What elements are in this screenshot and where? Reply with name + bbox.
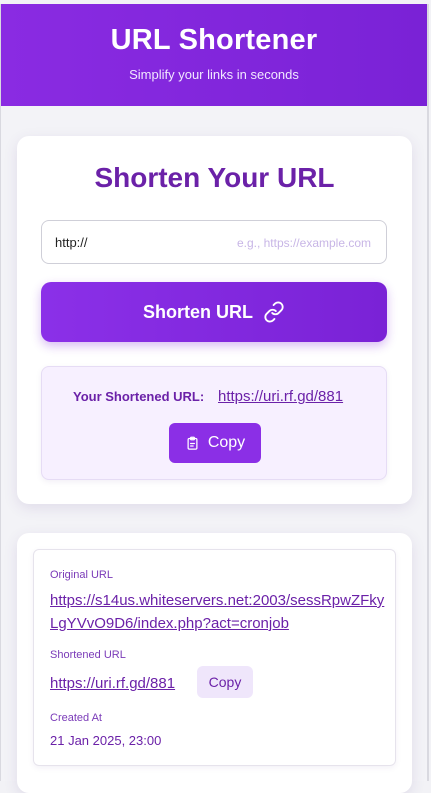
history-copy-button[interactable]: Copy bbox=[197, 666, 253, 698]
result-short-link[interactable]: https://uri.rf.gd/881 bbox=[218, 388, 343, 405]
url-input[interactable]: http:// e.g., https://example.com bbox=[41, 220, 387, 264]
created-at-value: 21 Jan 2025, 23:00 bbox=[50, 733, 162, 748]
result-box: Your Shortened URL: https://uri.rf.gd/88… bbox=[41, 366, 387, 480]
clipboard-icon bbox=[185, 436, 200, 451]
shortened-url-link[interactable]: https://uri.rf.gd/881 bbox=[50, 675, 175, 692]
created-at-label: Created At bbox=[50, 712, 102, 724]
shortened-url-label: Shortened URL bbox=[50, 649, 126, 661]
copy-button-label: Copy bbox=[207, 434, 246, 451]
shorten-card: Shorten Your URL http:// e.g., https://e… bbox=[17, 136, 412, 504]
link-icon bbox=[263, 301, 285, 323]
app-title: URL Shortener bbox=[110, 24, 318, 56]
url-input-value: http:// bbox=[55, 235, 88, 250]
history-card: Original URL https://s14us.whiteservers.… bbox=[17, 533, 412, 793]
result-label: Your Shortened URL: bbox=[73, 389, 205, 404]
shorten-url-button[interactable]: Shorten URL bbox=[41, 282, 387, 342]
app-header: URL Shortener Simplify your links in sec… bbox=[1, 4, 427, 106]
card-heading: Shorten Your URL bbox=[94, 162, 335, 193]
history-item: Original URL https://s14us.whiteservers.… bbox=[33, 549, 396, 766]
original-url-label: Original URL bbox=[50, 569, 113, 581]
url-input-placeholder: e.g., https://example.com bbox=[236, 236, 371, 250]
app-subtitle: Simplify your links in seconds bbox=[129, 67, 299, 82]
original-url-link[interactable]: https://s14us.whiteservers.net:2003/sess… bbox=[50, 589, 390, 635]
shorten-url-button-label: Shorten URL bbox=[143, 301, 253, 322]
copy-button[interactable]: Copy bbox=[169, 423, 261, 463]
